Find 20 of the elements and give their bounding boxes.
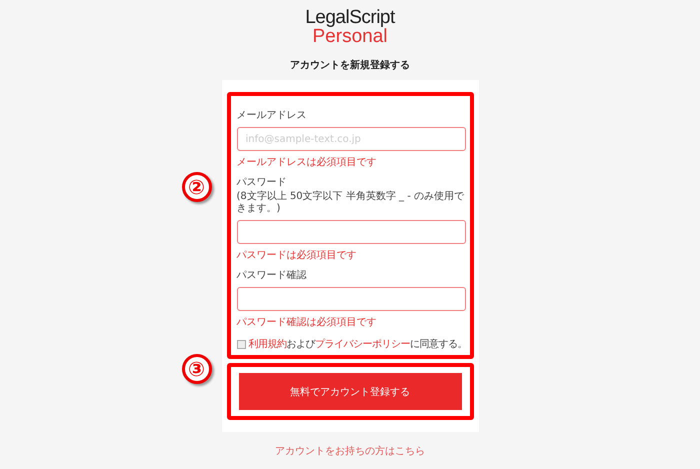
- logo-title: LegalScript: [305, 8, 395, 27]
- input-field[interactable]: [236, 287, 466, 311]
- error-message: メールアドレスは必須項目です: [236, 156, 378, 169]
- field-hint: (8文字以上 50文字以下 半角英数字 _ - のみ使用できます。): [236, 191, 465, 215]
- agreement-link[interactable]: プライバシーポリシー: [315, 339, 410, 350]
- field-label: パスワード確認: [236, 268, 308, 282]
- field-label: メールアドレス: [236, 109, 308, 122]
- logo-subtitle: Personal: [312, 27, 388, 46]
- step-marker: ②: [182, 172, 212, 202]
- register-button[interactable]: 無料でアカウント登録する: [238, 373, 462, 410]
- error-message: パスワードは必須項目です: [236, 248, 358, 262]
- error-message: パスワード確認は必須項目です: [236, 316, 378, 329]
- step-marker: ③: [182, 354, 212, 384]
- agreement-text: 利用規約およびプライバシーポリシーに同意する。: [248, 338, 467, 351]
- input-field[interactable]: [236, 220, 466, 244]
- login-link[interactable]: アカウントをお持ちの方はこちら: [275, 444, 425, 458]
- agreement-link[interactable]: 利用規約: [248, 339, 286, 350]
- page-title: アカウントを新規登録する: [290, 58, 410, 72]
- field-label: パスワード: [236, 176, 288, 189]
- checkbox[interactable]: [236, 340, 246, 348]
